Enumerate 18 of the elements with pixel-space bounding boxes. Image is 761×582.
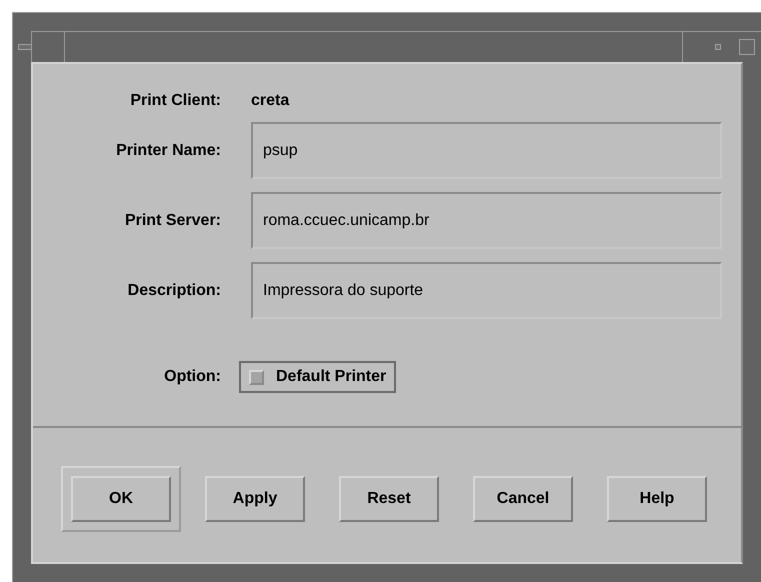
field-label: Print Server:	[124, 212, 221, 230]
dialog-button[interactable]: Apply	[205, 476, 305, 522]
default-printer-checkbox[interactable]: Default Printer	[239, 361, 396, 393]
dialog-button[interactable]: Reset	[339, 476, 439, 522]
minimize-icon[interactable]	[715, 44, 721, 50]
client-value: creta	[251, 92, 290, 110]
field-label: Print Client:	[129, 92, 221, 110]
dialog-button[interactable]: Help	[607, 476, 707, 522]
input-field[interactable]: roma.ccuec.unicamp.br	[251, 192, 722, 249]
field-label: Description:	[126, 282, 221, 300]
field-label: Printer Name:	[115, 142, 221, 160]
dialog-button[interactable]: Cancel	[473, 476, 573, 522]
window-menu-icon[interactable]	[18, 44, 32, 50]
input-field[interactable]: Impressora do suporte	[251, 262, 722, 319]
dialog-button[interactable]: OK	[71, 476, 171, 522]
maximize-icon[interactable]	[739, 39, 755, 55]
field-label: Option:	[163, 368, 221, 386]
input-field[interactable]: psup	[251, 122, 722, 179]
